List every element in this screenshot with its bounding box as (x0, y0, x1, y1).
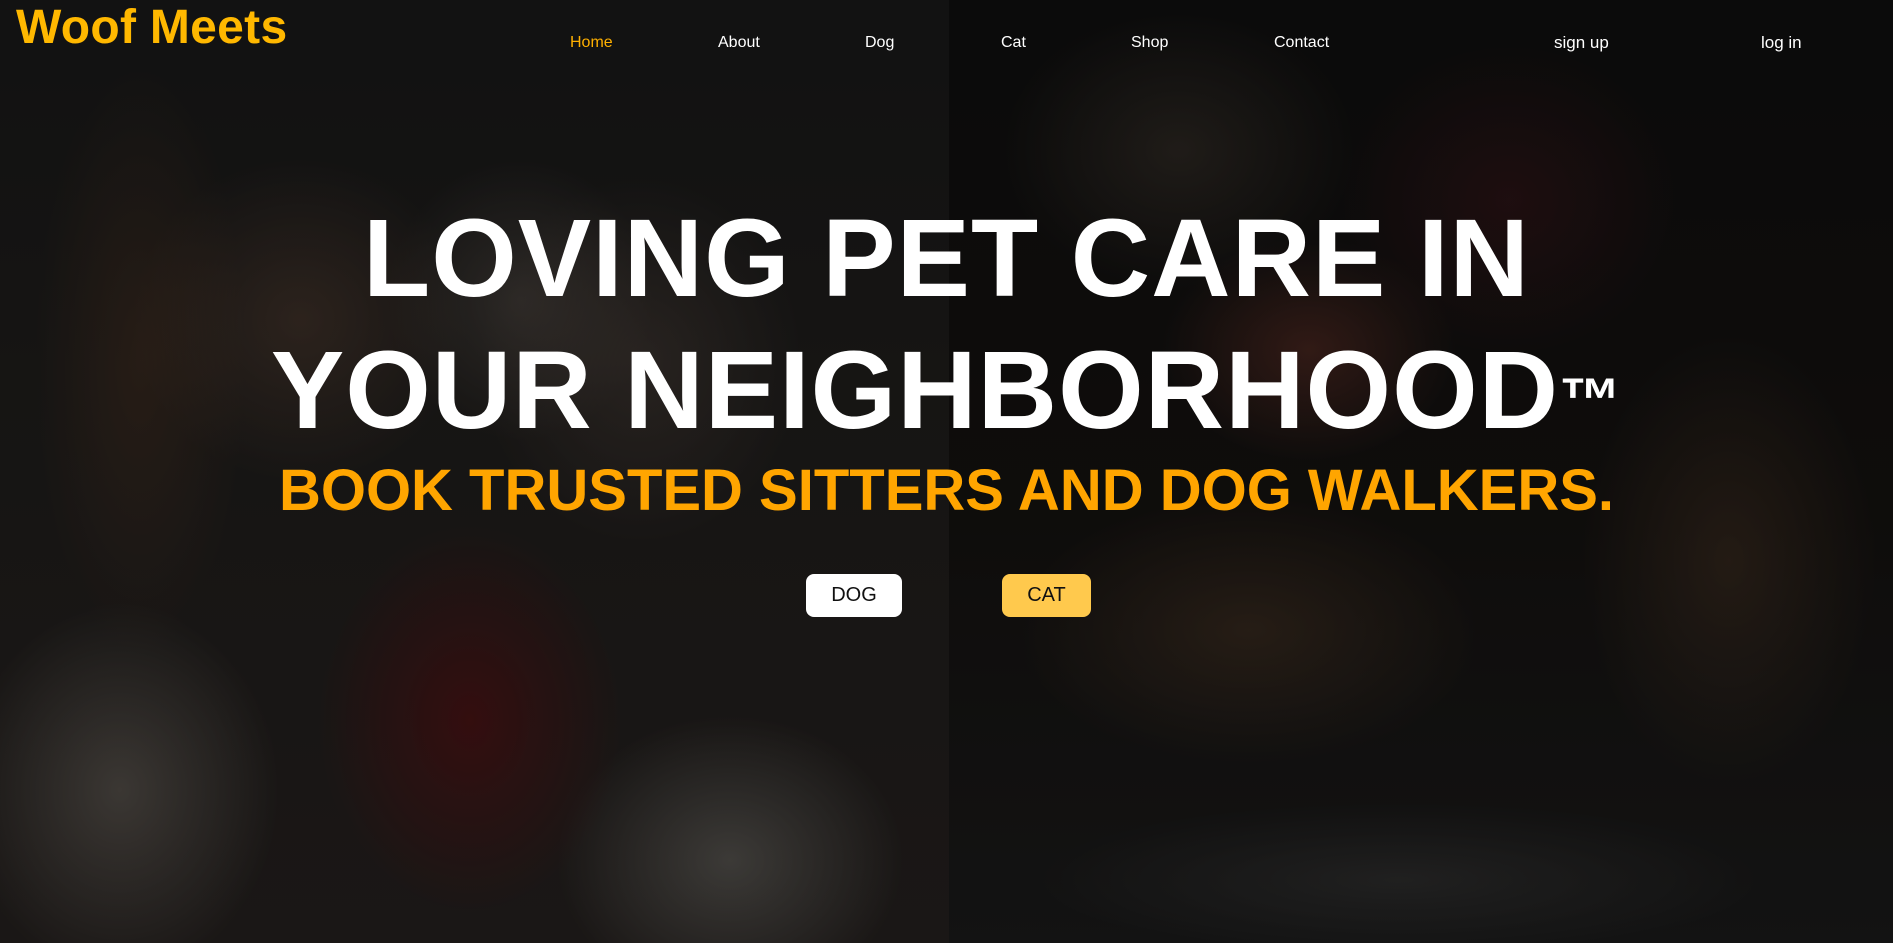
signup-link[interactable]: sign up (1554, 33, 1609, 53)
nav-shop[interactable]: Shop (1131, 34, 1168, 52)
hero-title-line-1: LOVING PET CARE IN (363, 197, 1530, 320)
hero-subtitle: BOOK TRUSTED SITTERS AND DOG WALKERS. (278, 458, 1615, 523)
trademark-symbol: ™ (1559, 366, 1623, 435)
nav-cat[interactable]: Cat (1001, 34, 1026, 52)
nav-about[interactable]: About (718, 34, 760, 52)
main-nav: Home About Dog Cat Shop Contact (0, 34, 1893, 56)
hero-title-line-2: YOUR NEIGHBORHOOD™ (0, 325, 1893, 457)
hero-title-line-2-text: YOUR NEIGHBORHOOD (270, 329, 1560, 452)
nav-home[interactable]: Home (570, 34, 613, 52)
nav-dog[interactable]: Dog (865, 34, 894, 52)
cat-button[interactable]: CAT (1002, 574, 1091, 617)
login-link[interactable]: log in (1761, 33, 1802, 53)
nav-contact[interactable]: Contact (1274, 34, 1329, 52)
hero-title: LOVING PET CARE IN YOUR NEIGHBORHOOD™ (0, 193, 1893, 457)
dog-button[interactable]: DOG (806, 574, 902, 617)
